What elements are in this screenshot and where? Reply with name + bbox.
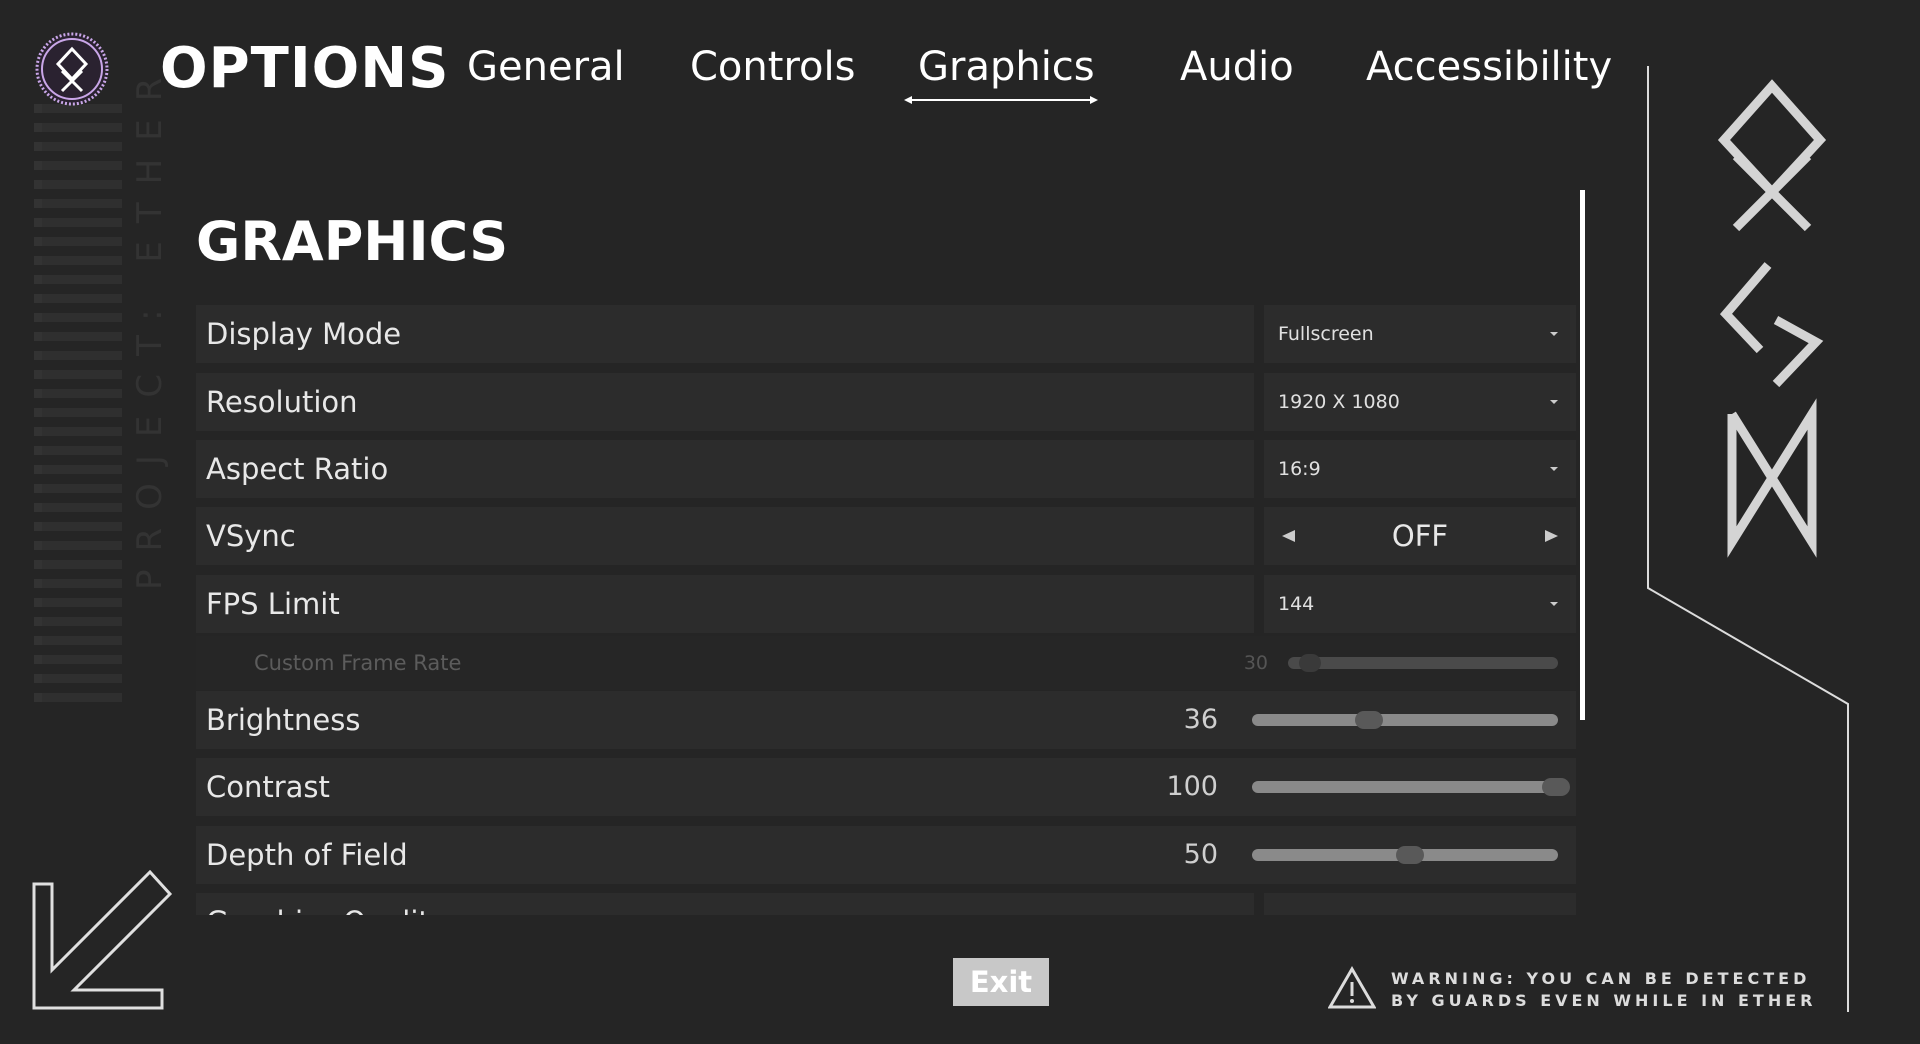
resolution-dropdown[interactable]: 1920 X 1080 xyxy=(1264,373,1576,431)
setting-row-custom-frame-rate: Custom Frame Rate 30 xyxy=(196,636,1576,690)
warning-line-1: WARNING: YOU CAN BE DETECTED xyxy=(1391,969,1811,988)
dropdown-value: 1920 X 1080 xyxy=(1278,391,1400,413)
warning-notice: WARNING: YOU CAN BE DETECTED BY GUARDS E… xyxy=(1328,966,1828,1016)
setting-label: FPS Limit xyxy=(196,575,1254,633)
contrast-slider[interactable] xyxy=(1252,778,1570,796)
tab-controls[interactable]: Controls xyxy=(690,44,855,90)
setting-row-graphics-quality: Graphics Quality xyxy=(196,893,1576,915)
dropdown-value: 16:9 xyxy=(1278,458,1321,480)
back-arrow-icon[interactable] xyxy=(30,870,180,1015)
chevron-down-icon xyxy=(1550,400,1558,404)
depth-of-field-slider[interactable] xyxy=(1252,846,1558,864)
chevron-down-icon xyxy=(1550,332,1558,336)
warning-triangle-icon xyxy=(1328,966,1376,1009)
slider-value: 50 xyxy=(1183,839,1218,870)
setting-row-vsync: VSync OFF xyxy=(196,507,1576,565)
chevron-down-icon xyxy=(1550,602,1558,606)
slider-thumb[interactable] xyxy=(1355,711,1384,729)
fps-limit-dropdown[interactable]: 144 xyxy=(1264,575,1576,633)
warning-line-2: BY GUARDS EVEN WHILE IN ETHER xyxy=(1391,991,1817,1010)
slider-thumb[interactable] xyxy=(1542,778,1570,796)
toggle-value: OFF xyxy=(1391,519,1449,553)
chevron-down-icon xyxy=(1550,467,1558,471)
aspect-ratio-dropdown[interactable]: 16:9 xyxy=(1264,440,1576,498)
settings-scrollbar[interactable] xyxy=(1580,190,1585,720)
game-logo-icon xyxy=(35,32,109,106)
setting-row-brightness: Brightness 36 xyxy=(196,691,1576,749)
setting-row-resolution: Resolution 1920 X 1080 xyxy=(196,373,1576,431)
setting-label: Aspect Ratio xyxy=(196,440,1254,498)
slider-thumb[interactable] xyxy=(1299,654,1322,672)
dropdown-value: Fullscreen xyxy=(1278,323,1374,345)
section-title: GRAPHICS xyxy=(196,210,509,273)
tab-general[interactable]: General xyxy=(467,44,625,90)
left-decor-bars xyxy=(34,104,122,712)
warning-text: WARNING: YOU CAN BE DETECTED BY GUARDS E… xyxy=(1391,968,1816,1012)
tab-audio[interactable]: Audio xyxy=(1180,44,1294,90)
arrow-right-icon[interactable] xyxy=(1545,530,1558,542)
exit-button[interactable]: Exit xyxy=(953,958,1049,1006)
options-title: OPTIONS xyxy=(160,36,450,101)
active-tab-underline xyxy=(904,96,1098,104)
setting-label: VSync xyxy=(196,507,1254,565)
setting-row-fps-limit: FPS Limit 144 xyxy=(196,575,1576,633)
right-rune-decoration xyxy=(1647,66,1849,1012)
vertical-decor-text: PROJECT: ETHER xyxy=(130,60,170,591)
graphics-quality-dropdown[interactable] xyxy=(1264,893,1576,915)
slider-value: 100 xyxy=(1166,771,1218,802)
setting-row-contrast: Contrast 100 xyxy=(196,758,1576,816)
settings-panel: Display Mode Fullscreen Resolution 1920 … xyxy=(196,305,1576,915)
vsync-toggle: OFF xyxy=(1264,507,1576,565)
setting-row-aspect-ratio: Aspect Ratio 16:9 xyxy=(196,440,1576,498)
setting-label: Resolution xyxy=(196,373,1254,431)
setting-label: Graphics Quality xyxy=(196,893,1254,915)
slider-thumb[interactable] xyxy=(1396,846,1424,864)
display-mode-dropdown[interactable]: Fullscreen xyxy=(1264,305,1576,363)
dropdown-value: 144 xyxy=(1278,593,1315,615)
setting-row-depth-of-field: Depth of Field 50 xyxy=(196,826,1576,884)
custom-frame-rate-slider[interactable] xyxy=(1288,654,1558,672)
setting-row-display-mode: Display Mode Fullscreen xyxy=(196,305,1576,363)
tab-graphics[interactable]: Graphics xyxy=(918,44,1095,90)
slider-value: 36 xyxy=(1183,704,1218,735)
slider-value: 30 xyxy=(1243,652,1268,674)
setting-label: Display Mode xyxy=(196,305,1254,363)
tab-accessibility[interactable]: Accessibility xyxy=(1366,44,1612,90)
brightness-slider[interactable] xyxy=(1252,711,1558,729)
